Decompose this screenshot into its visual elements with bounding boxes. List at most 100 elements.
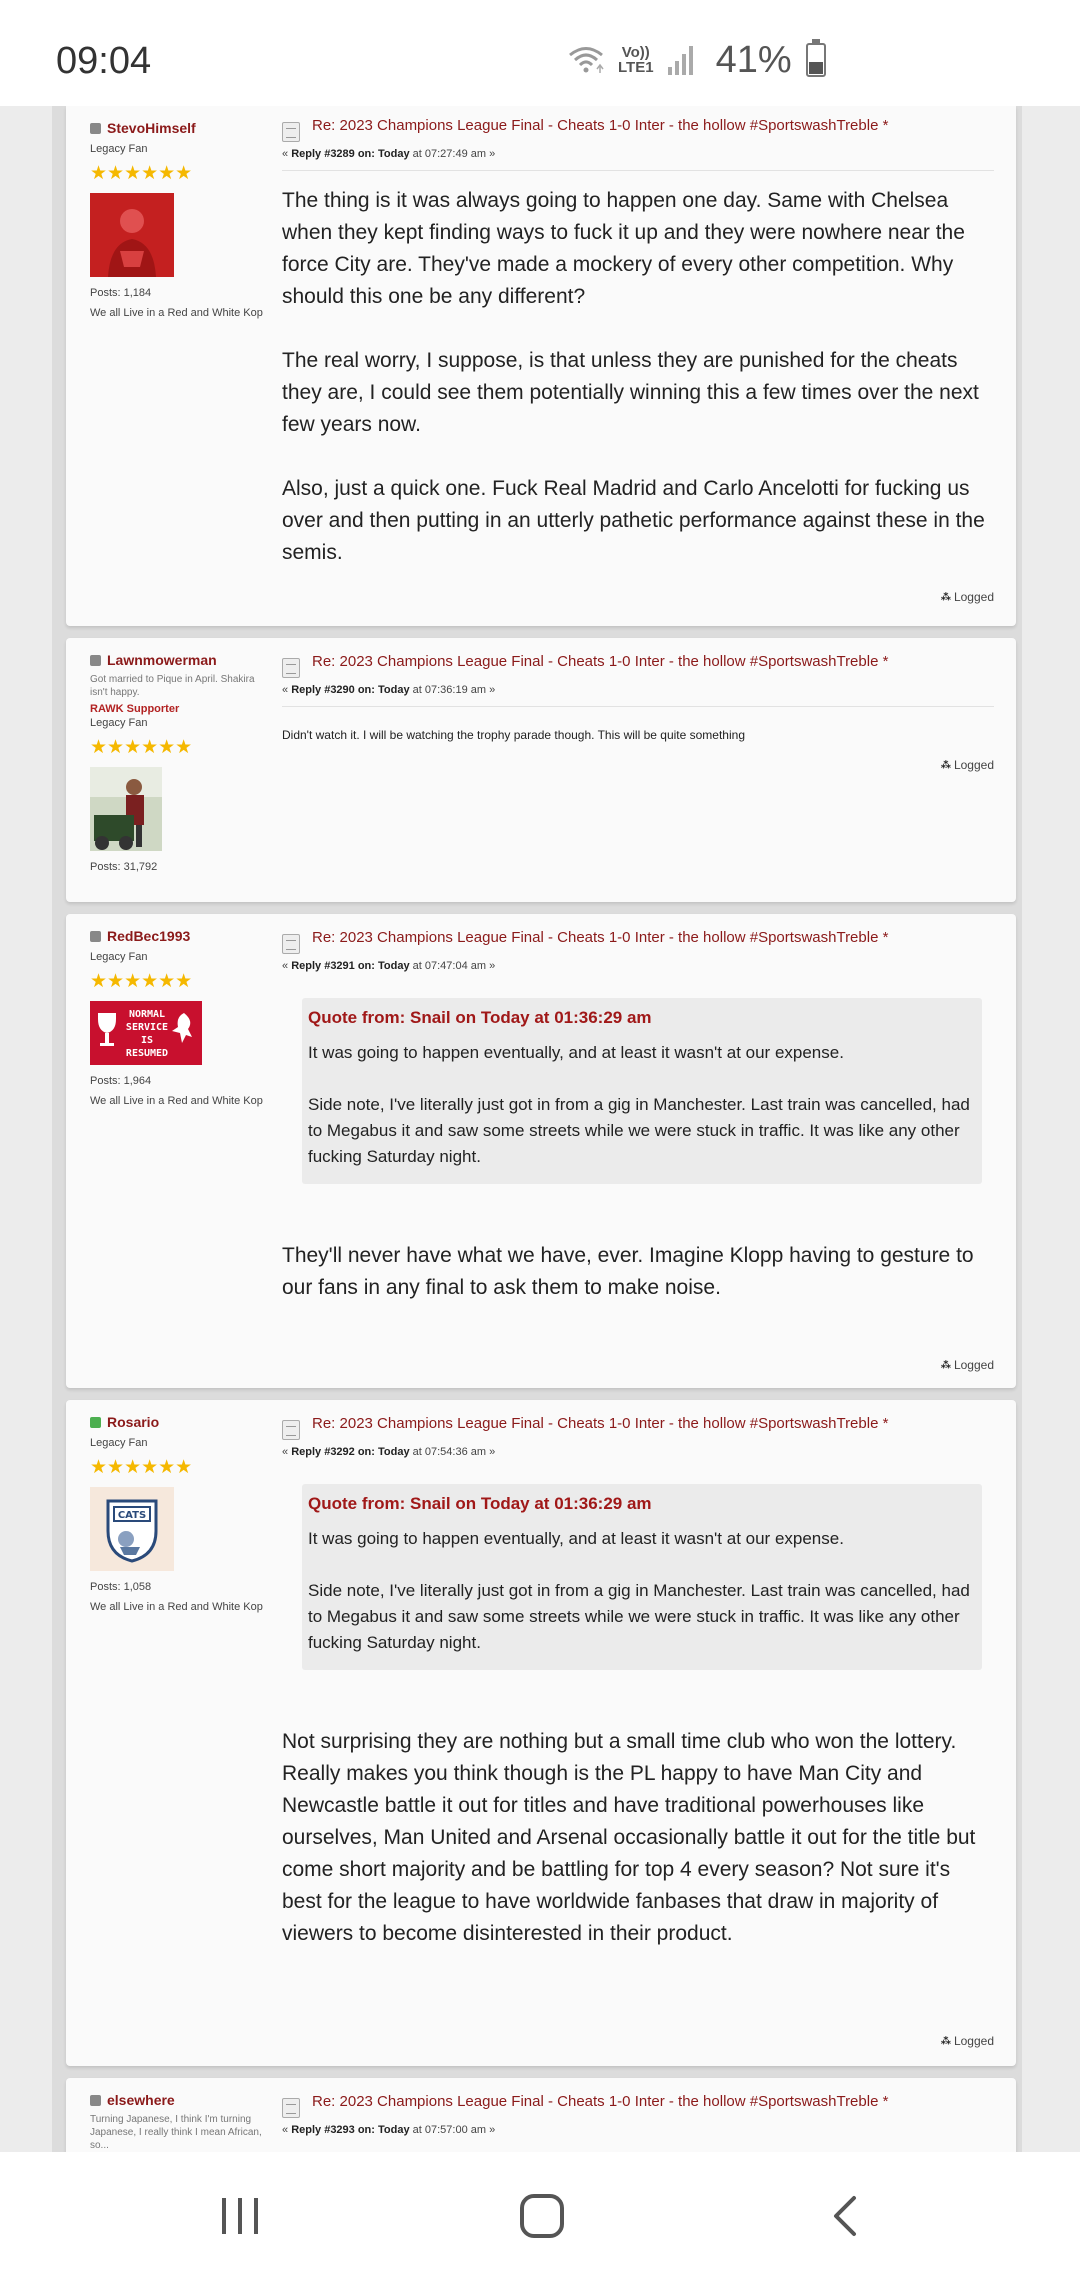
member-group: Legacy Fan [90,143,148,155]
poster-info: elsewhere Turning Japanese, I think I'm … [90,2092,270,2152]
personal-text: We all Live in a Red and White Kop [90,1601,263,1613]
post-subject-link[interactable]: Re: 2023 Champions League Final - Cheats… [312,2092,888,2111]
quote-paragraph: Side note, I've literally just got in fr… [308,1581,970,1652]
navigation-bar [0,2152,1080,2280]
post-subject-link[interactable]: Re: 2023 Champions League Final - Cheats… [312,116,888,135]
offline-icon [90,930,101,942]
post-icon [282,934,300,954]
reply-time: at 07:47:04 am » [409,960,496,972]
poster-info: Lawnmowerman Got married to Pique in Apr… [90,652,270,873]
message-paragraph: Also, just a quick one. Fuck Real Madrid… [282,477,985,564]
username-label[interactable]: Lawnmowerman [107,652,217,668]
post-count: Posts: 1,058 [90,1581,152,1593]
custom-title: Got married to Pique in April. Shakira i… [90,674,255,698]
supporter-badge: RAWK Supporter [90,703,180,715]
post-icon [282,658,300,678]
username[interactable]: RedBec1993 [90,928,270,944]
forum-post: Lawnmowerman Got married to Pique in Apr… [66,638,1016,902]
reply-number[interactable]: Reply #3290 on: Today [291,684,409,696]
username[interactable]: StevoHimself [90,120,270,136]
username[interactable]: Lawnmowerman [90,652,270,668]
post-subject-link[interactable]: Re: 2023 Champions League Final - Cheats… [312,928,888,947]
reply-number[interactable]: Reply #3291 on: Today [291,960,409,972]
username[interactable]: Rosario [90,1414,270,1430]
quote-body: It was going to happen eventually, and a… [308,1040,972,1170]
forum-post: Rosario Legacy Fan ★★★★★★ CATS Posts: 1,… [66,1400,1016,2066]
post-icon [282,122,300,142]
post-icon [282,1420,300,1440]
post-body: Re: 2023 Champions League Final - Cheats… [282,928,994,1304]
username-label[interactable]: StevoHimself [107,120,196,136]
recent-apps-button[interactable] [200,2186,280,2246]
avatar[interactable] [90,193,174,277]
home-button[interactable] [502,2186,582,2246]
post-body: Re: 2023 Champions League Final - Cheats… [282,652,994,743]
quote-block: Quote from: Snail on Today at 01:36:29 a… [302,1484,982,1670]
avatar-text: IS [141,1035,153,1046]
quote-block: Quote from: Snail on Today at 01:36:29 a… [302,998,982,1184]
reply-time: at 07:36:19 am » [409,684,496,696]
poster-info: StevoHimself Legacy Fan ★★★★★★ Posts: 1,… [90,120,270,320]
personal-text: We all Live in a Red and White Kop [90,307,263,319]
reply-time: at 07:54:36 am » [409,1446,496,1458]
back-icon [834,2196,856,2236]
clock: 09:04 [56,40,152,82]
reply-info: « Reply #3293 on: Today at 07:57:00 am » [282,2124,994,2136]
post-count: Posts: 31,792 [90,861,158,873]
reply-prefix: « [282,148,292,160]
ip-icon: ⁂ [940,759,951,771]
username[interactable]: elsewhere [90,2092,270,2108]
back-button[interactable] [804,2186,884,2246]
status-bar: 09:04 Vo)) LTE1 41% [0,0,1080,106]
poster-info: Rosario Legacy Fan ★★★★★★ CATS Posts: 1,… [90,1414,270,1614]
avatar-text: RESUMED [126,1048,168,1059]
logged-indicator: ⁂ Logged [941,2034,994,2048]
avatar-text: CATS [118,1510,146,1521]
signal-icon [667,46,693,75]
reply-info: « Reply #3289 on: Today at 07:27:49 am » [282,148,994,160]
quote-header-link[interactable]: Quote from: Snail on Today at 01:36:29 a… [308,1008,972,1028]
quote-paragraph: It was going to happen eventually, and a… [308,1043,844,1062]
post-body: Re: 2023 Champions League Final - Cheats… [282,116,994,569]
forum-post: elsewhere Turning Japanese, I think I'm … [66,2078,1016,2152]
poster-info: RedBec1993 Legacy Fan ★★★★★★ NORMAL SERV… [90,928,270,1108]
reply-number[interactable]: Reply #3289 on: Today [291,148,409,160]
post-message: Not surprising they are nothing but a sm… [282,1730,976,1945]
post-message: Didn't watch it. I will be watching the … [282,728,745,742]
volte-label: Vo)) [621,44,650,61]
forum-thread[interactable]: StevoHimself Legacy Fan ★★★★★★ Posts: 1,… [0,106,1080,2152]
username-label[interactable]: Rosario [107,1414,159,1430]
battery-percent: 41% [715,38,792,81]
quote-paragraph: It was going to happen eventually, and a… [308,1529,844,1548]
quote-header-link[interactable]: Quote from: Snail on Today at 01:36:29 a… [308,1494,972,1514]
reply-prefix: « [282,684,292,696]
reply-info: « Reply #3291 on: Today at 07:47:04 am » [282,960,994,972]
post-count: Posts: 1,184 [90,287,152,299]
offline-icon [90,2094,101,2106]
post-message: The thing is it was always going to happ… [282,185,994,569]
avatar[interactable] [90,767,162,851]
logged-indicator: ⁂ Logged [941,590,994,604]
username-label[interactable]: RedBec1993 [107,928,190,944]
reply-number[interactable]: Reply #3293 on: Today [291,2124,409,2136]
offline-icon [90,122,101,134]
username-label[interactable]: elsewhere [107,2092,175,2108]
avatar[interactable]: CATS [90,1487,174,1571]
reply-time: at 07:57:00 am » [409,2124,496,2136]
ip-icon: ⁂ [940,1359,951,1371]
reply-prefix: « [282,2124,292,2136]
offline-icon [90,654,101,666]
member-group: Legacy Fan [90,951,148,963]
logged-label: Logged [953,2034,994,2048]
post-subject-link[interactable]: Re: 2023 Champions League Final - Cheats… [312,1414,888,1433]
rank-stars: ★★★★★★ [90,737,193,758]
logged-indicator: ⁂ Logged [941,758,994,772]
battery-icon [805,39,826,77]
reply-number[interactable]: Reply #3292 on: Today [291,1446,409,1458]
post-subject-link[interactable]: Re: 2023 Champions League Final - Cheats… [312,652,888,671]
member-group: Legacy Fan [90,717,148,729]
reply-prefix: « [282,1446,292,1458]
avatar[interactable]: NORMAL SERVICE IS RESUMED [90,1001,202,1065]
reply-prefix: « [282,960,292,972]
message-paragraph: The thing is it was always going to happ… [282,189,965,308]
